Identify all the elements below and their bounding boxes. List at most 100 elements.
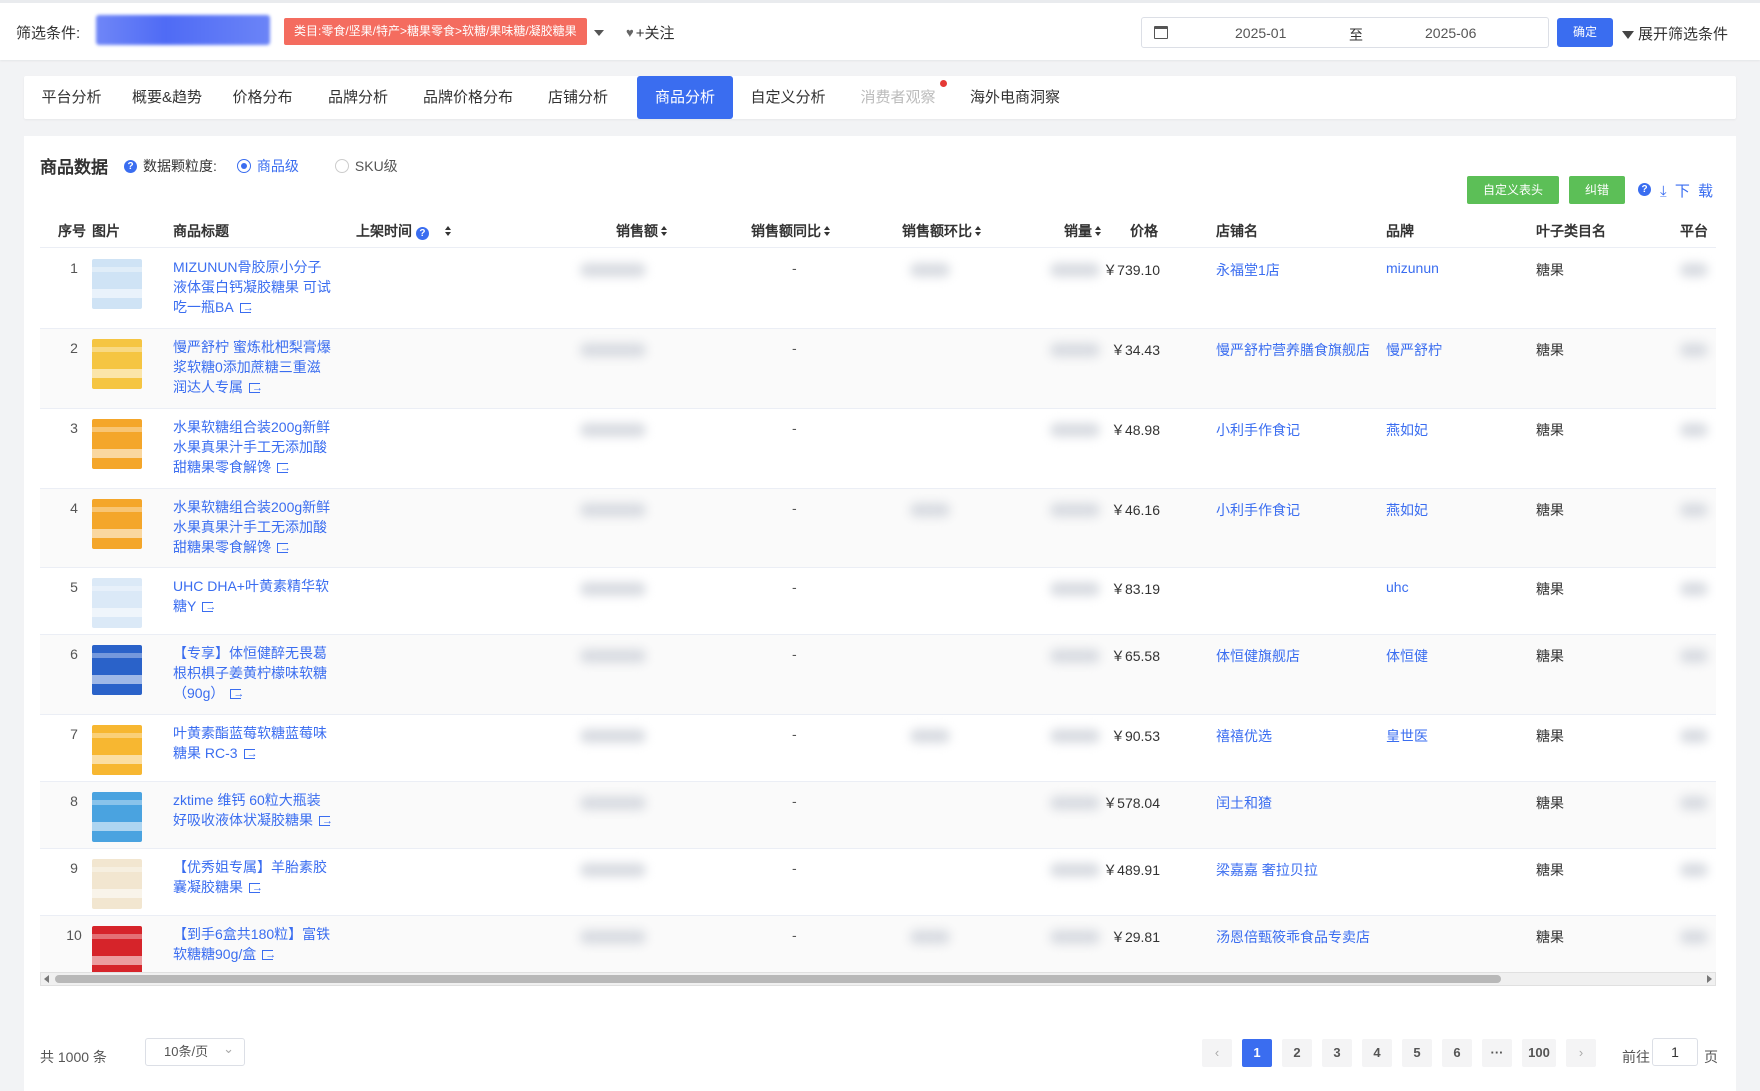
brand-link[interactable]: 皇世医	[1386, 726, 1428, 746]
tab-brand[interactable]: 品牌分析	[310, 76, 406, 119]
product-title[interactable]: zktime 维钙 60粒大瓶装好吸收液体状凝胶糖果	[173, 792, 321, 828]
help-icon[interactable]: ?	[124, 159, 137, 173]
page-button[interactable]: 2	[1282, 1039, 1312, 1067]
page-button[interactable]: 100	[1522, 1039, 1556, 1067]
product-title[interactable]: 【专享】体恒健醉无畏葛根枳椇子姜黄柠檬味软糖（90g）	[173, 645, 327, 701]
external-link-icon[interactable]	[277, 458, 291, 478]
external-link-icon[interactable]	[249, 378, 263, 398]
tab-consumer[interactable]: 消费者观察	[843, 76, 953, 119]
product-thumbnail[interactable]	[92, 339, 142, 389]
tab-price-dist[interactable]: 价格分布	[215, 76, 310, 119]
chevron-down-icon[interactable]	[594, 30, 604, 36]
product-thumbnail[interactable]	[92, 645, 142, 695]
tab-overseas[interactable]: 海外电商洞察	[953, 76, 1077, 119]
custom-header-button[interactable]: 自定义表头	[1467, 176, 1560, 204]
table-row[interactable]: 4 水果软糖组合装200g新鲜水果真果汁手工无添加酸甜糖果零食解馋 - ￥46.16 小…	[40, 489, 1716, 568]
scroll-left-icon[interactable]	[44, 975, 49, 983]
table-row[interactable]: 8 zktime 维钙 60粒大瓶装好吸收液体状凝胶糖果 - ￥578.04 闰土和猹 糖…	[40, 782, 1716, 849]
external-link-icon[interactable]	[319, 811, 333, 831]
follow-button[interactable]: ♥ +关注	[626, 22, 674, 43]
horizontal-scrollbar[interactable]	[40, 972, 1716, 986]
table-row[interactable]: 9 【优秀姐专属】羊胎素胶囊凝胶糖果 - ￥489.91 梁嘉嘉 奢拉贝拉 糖果	[40, 849, 1716, 916]
col-sales[interactable]: 销售额	[616, 221, 668, 241]
shop-link[interactable]: 禧禧优选	[1216, 726, 1272, 746]
external-link-icon[interactable]	[262, 945, 276, 965]
col-volume[interactable]: 销量	[1064, 221, 1102, 241]
external-link-icon[interactable]	[249, 878, 263, 898]
radio-sku-level-label[interactable]: SKU级	[355, 156, 398, 176]
sort-icon[interactable]	[444, 226, 452, 237]
col-mom[interactable]: 销售额环比	[902, 221, 982, 241]
table-row[interactable]: 5 UHC DHA+叶黄素精华软糖Y - ￥83.19 uhc 糖果	[40, 568, 1716, 635]
product-thumbnail[interactable]	[92, 926, 142, 976]
product-title-link[interactable]: MIZUNUN骨胶原小分子液体蛋白钙凝胶糖果 可试吃一瓶BA	[173, 257, 333, 318]
brand-link[interactable]: 燕如妃	[1386, 500, 1428, 520]
page-button[interactable]: 6	[1442, 1039, 1472, 1067]
tab-custom[interactable]: 自定义分析	[733, 76, 843, 119]
external-link-icon[interactable]	[230, 684, 244, 704]
scroll-right-icon[interactable]	[1707, 975, 1712, 983]
col-listed[interactable]: 上架时间 ?	[356, 221, 452, 241]
scrollbar-thumb[interactable]	[55, 975, 1501, 983]
external-link-icon[interactable]	[277, 538, 291, 558]
shop-link[interactable]: 闰土和猹	[1216, 793, 1272, 813]
product-thumbnail[interactable]	[92, 259, 142, 309]
product-title-link[interactable]: zktime 维钙 60粒大瓶装好吸收液体状凝胶糖果	[173, 790, 333, 831]
tab-overview[interactable]: 概要&趋势	[119, 76, 215, 119]
brand-link[interactable]: mizunun	[1386, 260, 1439, 276]
product-thumbnail[interactable]	[92, 578, 142, 628]
tab-brand-price[interactable]: 品牌价格分布	[406, 76, 530, 119]
tab-platform[interactable]: 平台分析	[24, 76, 119, 119]
shop-link[interactable]: 汤恩倍甄筱乖食品专卖店	[1216, 927, 1370, 947]
product-thumbnail[interactable]	[92, 859, 142, 909]
sort-icon[interactable]	[661, 226, 668, 237]
help-icon[interactable]: ?	[1638, 183, 1651, 196]
table-row[interactable]: 3 水果软糖组合装200g新鲜水果真果汁手工无添加酸甜糖果零食解馋 - ￥48.98 小…	[40, 409, 1716, 489]
brand-link[interactable]: 燕如妃	[1386, 420, 1428, 440]
shop-link[interactable]: 永福堂1店	[1216, 260, 1280, 280]
tab-shop[interactable]: 店铺分析	[530, 76, 626, 119]
radio-product-level-label[interactable]: 商品级	[257, 156, 299, 176]
table-row[interactable]: 6 【专享】体恒健醉无畏葛根枳椇子姜黄柠檬味软糖（90g） - ￥65.58 体恒健旗舰…	[40, 635, 1716, 715]
date-to[interactable]: 2025-06	[1425, 25, 1476, 41]
product-title[interactable]: 水果软糖组合装200g新鲜水果真果汁手工无添加酸甜糖果零食解馋	[173, 419, 330, 475]
external-link-icon[interactable]	[243, 744, 258, 764]
product-thumbnail[interactable]	[92, 792, 142, 842]
page-button[interactable]: 4	[1362, 1039, 1392, 1067]
page-button[interactable]: 1	[1242, 1039, 1272, 1067]
external-link-icon[interactable]	[202, 597, 216, 617]
shop-link[interactable]: 体恒健旗舰店	[1216, 646, 1300, 666]
date-from[interactable]: 2025-01	[1235, 25, 1286, 41]
help-icon[interactable]: ?	[415, 227, 429, 240]
product-title[interactable]: UHC DHA+叶黄素精华软糖Y	[173, 578, 329, 614]
product-title-link[interactable]: 叶黄素酯蓝莓软糖蓝莓味糖果 RC-3	[173, 723, 333, 764]
prev-page-button[interactable]: ‹	[1202, 1039, 1232, 1067]
page-button[interactable]: 3	[1322, 1039, 1352, 1067]
table-row[interactable]: 2 慢严舒柠 蜜炼枇杷梨膏爆浆软糖0添加蔗糖三重滋润达人专属 - ￥34.43 慢严舒柠…	[40, 329, 1716, 409]
product-title-link[interactable]: UHC DHA+叶黄素精华软糖Y	[173, 576, 333, 617]
sort-icon[interactable]	[824, 226, 831, 237]
product-title-link[interactable]: 水果软糖组合装200g新鲜水果真果汁手工无添加酸甜糖果零食解馋	[173, 417, 333, 478]
radio-product-level[interactable]	[236, 159, 251, 173]
product-title-link[interactable]: 慢严舒柠 蜜炼枇杷梨膏爆浆软糖0添加蔗糖三重滋润达人专属	[173, 337, 333, 398]
category-tag[interactable]: 类目:零食/坚果/特产>糖果零食>软糖/果味糖/凝胶糖果	[284, 18, 587, 45]
shop-link[interactable]: 慢严舒柠营养膳食旗舰店	[1216, 340, 1370, 360]
brand-link[interactable]: 慢严舒柠	[1386, 340, 1442, 360]
product-title[interactable]: 【到手6盒共180粒】富铁软糖糖90g/盒	[173, 926, 330, 962]
page-button[interactable]: 5	[1402, 1039, 1432, 1067]
blurred-filter-chip[interactable]	[96, 15, 270, 45]
product-title[interactable]: 水果软糖组合装200g新鲜水果真果汁手工无添加酸甜糖果零食解馋	[173, 499, 330, 555]
date-range-picker[interactable]: 2025-01 至 2025-06	[1141, 17, 1549, 48]
brand-link[interactable]: 体恒健	[1386, 646, 1428, 666]
shop-link[interactable]: 小利手作食记	[1216, 420, 1300, 440]
sort-icon[interactable]	[975, 226, 982, 237]
product-title-link[interactable]: 【优秀姐专属】羊胎素胶囊凝胶糖果	[173, 857, 333, 898]
correct-button[interactable]: 纠错	[1569, 176, 1626, 204]
next-page-button[interactable]: ›	[1566, 1039, 1596, 1067]
brand-link[interactable]: uhc	[1386, 579, 1409, 595]
table-row[interactable]: 1 MIZUNUN骨胶原小分子液体蛋白钙凝胶糖果 可试吃一瓶BA - ￥739.10 永…	[40, 249, 1716, 329]
product-title-link[interactable]: 水果软糖组合装200g新鲜水果真果汁手工无添加酸甜糖果零食解馋	[173, 497, 333, 558]
shop-link[interactable]: 小利手作食记	[1216, 500, 1300, 520]
goto-page-input[interactable]: 1	[1652, 1038, 1698, 1066]
shop-link[interactable]: 梁嘉嘉 奢拉贝拉	[1216, 860, 1318, 880]
